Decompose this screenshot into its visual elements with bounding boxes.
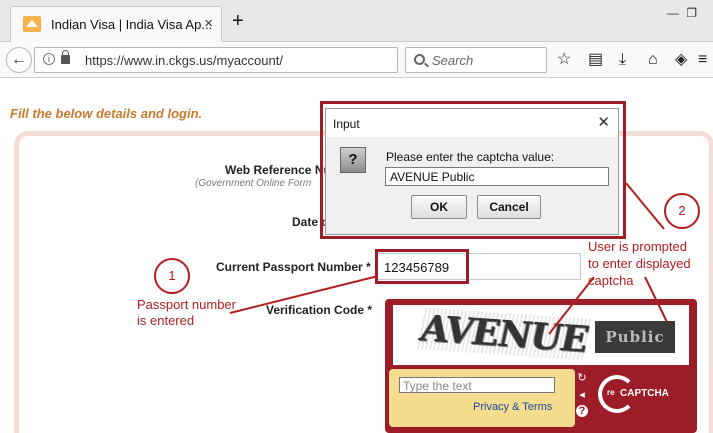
step-2-text-line-1: User is prompted <box>588 239 687 254</box>
step-1-circle: 1 <box>154 258 190 294</box>
step-2-text-line-3: captcha <box>588 273 634 288</box>
step-1-text-line-2: is entered <box>137 313 195 328</box>
step-1-text-line-1: Passport number <box>137 297 236 312</box>
annotation-line-2c <box>644 276 668 323</box>
step-2-circle: 2 <box>664 193 700 229</box>
step-2-text-line-2: to enter displayed <box>588 256 691 271</box>
annotation-line-1 <box>229 275 379 314</box>
annotation-lines <box>229 182 668 335</box>
annotation-line-2a <box>625 182 665 230</box>
